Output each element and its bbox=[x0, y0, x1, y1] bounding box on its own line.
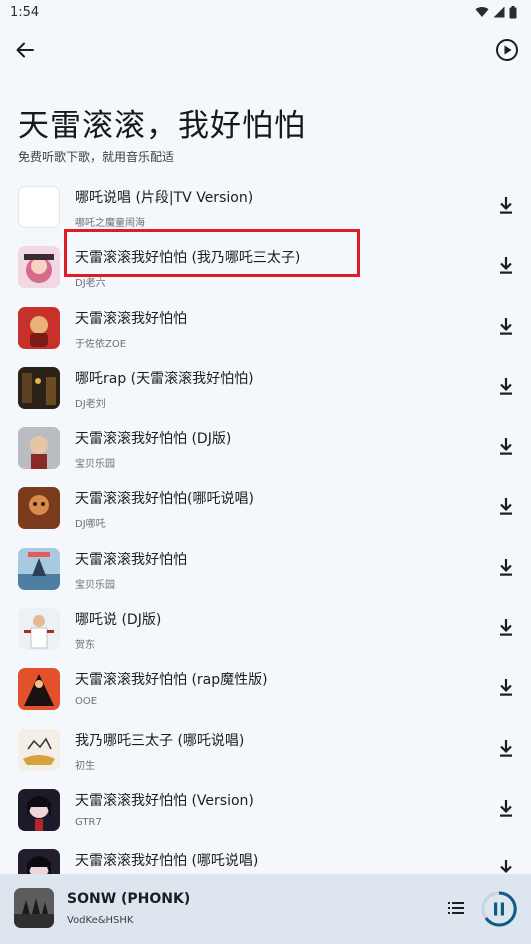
wifi-icon bbox=[475, 6, 489, 17]
download-icon[interactable] bbox=[496, 194, 516, 216]
song-artist: DJ哪吒 bbox=[75, 519, 106, 531]
status-bar: 1:54 bbox=[0, 0, 531, 24]
page-subtitle: 免费听歌下歌，就用音乐配适 bbox=[18, 150, 175, 164]
song-artist: 宝贝乐园 bbox=[75, 459, 115, 471]
page-title: 天雷滚滚，我好怕怕 bbox=[18, 108, 306, 144]
song-row[interactable]: 天雷滚滚我好怕怕(哪吒说唱) DJ哪吒 bbox=[0, 477, 531, 537]
song-cover bbox=[18, 186, 60, 228]
song-cover bbox=[18, 547, 60, 590]
song-artist: 哪吒之魔童闹海 bbox=[75, 218, 145, 229]
play-all-icon[interactable] bbox=[494, 37, 520, 63]
download-icon[interactable] bbox=[496, 676, 516, 698]
song-row[interactable]: 哪吒说 (DJ版) 贺东 bbox=[0, 598, 531, 658]
download-icon[interactable] bbox=[496, 254, 516, 276]
song-title: 哪吒rap (天雷滚滚我好怕怕) bbox=[75, 370, 254, 387]
highlight-box bbox=[64, 229, 360, 277]
song-artist: OOE bbox=[75, 696, 98, 708]
top-bar bbox=[0, 28, 531, 72]
download-icon[interactable] bbox=[496, 495, 516, 517]
download-icon[interactable] bbox=[496, 315, 516, 337]
song-title: 天雷滚滚我好怕怕(哪吒说唱) bbox=[75, 491, 254, 508]
song-title: 天雷滚滚我好怕怕 (哪吒说唱) bbox=[75, 853, 259, 870]
song-artist: 宝贝乐园 bbox=[75, 579, 115, 591]
song-cover bbox=[18, 788, 60, 831]
song-artist: DJ老刘 bbox=[75, 398, 106, 410]
download-icon[interactable] bbox=[496, 797, 516, 819]
download-icon[interactable] bbox=[496, 435, 516, 457]
song-cover bbox=[18, 668, 60, 711]
song-row[interactable]: 天雷滚滚我好怕怕 于佐依ZOE bbox=[0, 297, 531, 357]
song-title: 天雷滚滚我好怕怕 bbox=[75, 551, 187, 568]
song-list: 哪吒说唱 (片段|TV Version) 哪吒之魔童闹海 天雷滚滚我好怕怕 (我… bbox=[0, 176, 531, 900]
download-icon[interactable] bbox=[496, 737, 516, 759]
song-cover bbox=[18, 728, 60, 771]
song-title: 天雷滚滚我好怕怕 bbox=[75, 310, 187, 327]
download-icon[interactable] bbox=[496, 556, 516, 578]
song-cover bbox=[18, 487, 60, 530]
song-row[interactable]: 哪吒rap (天雷滚滚我好怕怕) DJ老刘 bbox=[0, 357, 531, 417]
song-artist: 初生 bbox=[75, 760, 95, 772]
signal-icon bbox=[493, 6, 505, 18]
song-title: 天雷滚滚我好怕怕 (DJ版) bbox=[75, 431, 232, 448]
song-row[interactable]: 天雷滚滚我好怕怕 宝贝乐园 bbox=[0, 538, 531, 598]
song-artist: 于佐依ZOE bbox=[75, 338, 127, 350]
song-row[interactable]: 天雷滚滚我好怕怕 (DJ版) 宝贝乐园 bbox=[0, 417, 531, 477]
song-title: 我乃哪吒三太子 (哪吒说唱) bbox=[75, 732, 245, 749]
song-cover bbox=[18, 427, 60, 470]
status-icons bbox=[475, 5, 517, 19]
song-cover bbox=[18, 608, 60, 651]
now-playing-title: SONW (PHONK) bbox=[67, 891, 191, 907]
song-artist: GTR7 bbox=[75, 816, 102, 828]
status-time: 1:54 bbox=[10, 4, 40, 20]
song-cover bbox=[18, 246, 60, 289]
now-playing-bar[interactable]: SONW (PHONK) VodKe&HSHK bbox=[0, 874, 531, 944]
now-playing-cover bbox=[14, 888, 54, 928]
song-title: 哪吒说 (DJ版) bbox=[75, 612, 162, 629]
song-cover bbox=[18, 306, 60, 349]
song-cover bbox=[18, 366, 60, 409]
pause-icon[interactable] bbox=[480, 890, 518, 928]
download-icon[interactable] bbox=[496, 375, 516, 397]
song-row[interactable]: 天雷滚滚我好怕怕 (rap魔性版) OOE bbox=[0, 658, 531, 718]
back-arrow-icon[interactable] bbox=[12, 37, 38, 63]
download-icon[interactable] bbox=[496, 616, 516, 638]
playlist-icon[interactable] bbox=[446, 898, 466, 918]
song-row[interactable]: 我乃哪吒三太子 (哪吒说唱) 初生 bbox=[0, 719, 531, 779]
now-playing-artist: VodKe&HSHK bbox=[67, 915, 134, 926]
song-title: 哪吒说唱 (片段|TV Version) bbox=[75, 190, 254, 206]
battery-icon bbox=[509, 5, 517, 18]
song-title: 天雷滚滚我好怕怕 (rap魔性版) bbox=[75, 672, 268, 689]
song-row[interactable]: 哪吒说唱 (片段|TV Version) 哪吒之魔童闹海 bbox=[0, 176, 531, 236]
song-title: 天雷滚滚我好怕怕 (Version) bbox=[75, 792, 254, 809]
song-artist: 贺东 bbox=[75, 640, 95, 652]
song-row[interactable]: 天雷滚滚我好怕怕 (Version) GTR7 bbox=[0, 779, 531, 839]
